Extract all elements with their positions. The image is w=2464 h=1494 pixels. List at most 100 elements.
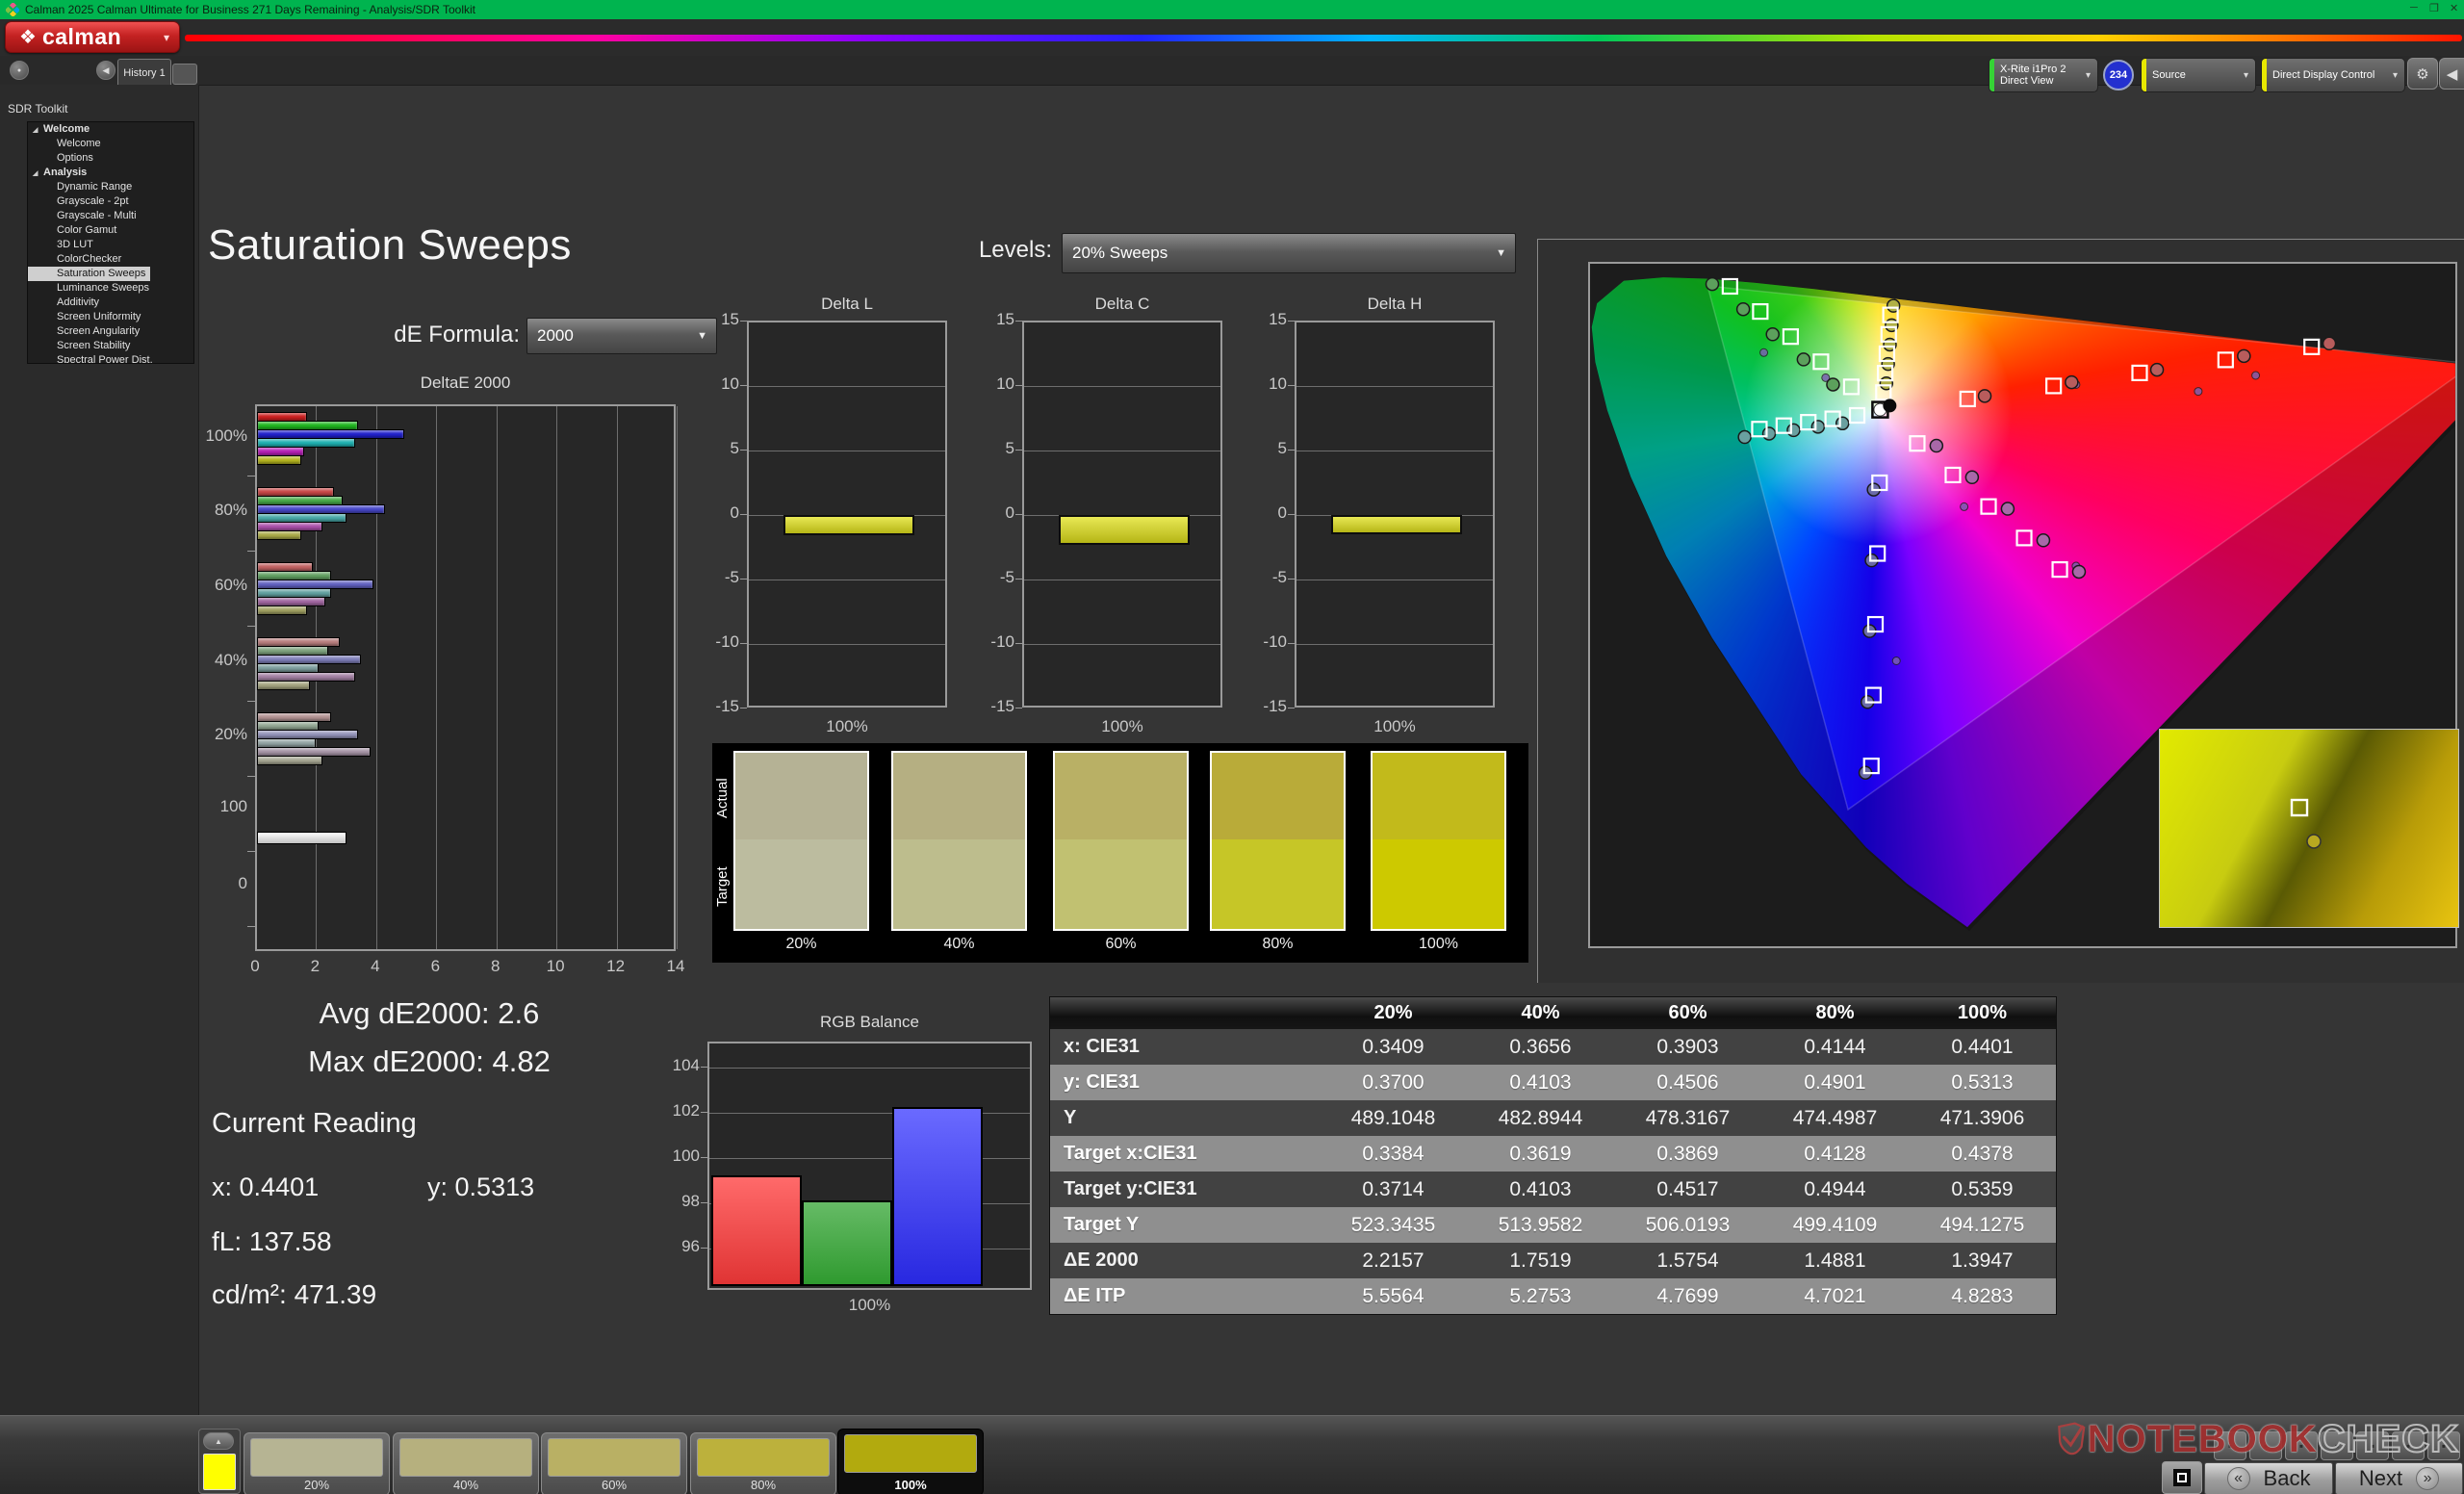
swatch-label: 80%: [1210, 936, 1346, 953]
sweep-thumbnail-80%[interactable]: 80%: [690, 1432, 836, 1494]
thumbnail-label: 40%: [394, 1478, 538, 1492]
table-cell: 482.8944: [1467, 1100, 1614, 1136]
target-swatch-40%: [893, 839, 1025, 929]
cie-measured-cyan: [1836, 417, 1849, 429]
sidebar-item-welcome[interactable]: Welcome: [28, 137, 193, 151]
sidebar-collapse-icon[interactable]: ◀: [96, 61, 116, 80]
tree-group-analysis[interactable]: ◢Analysis: [28, 166, 193, 180]
table-cell: 0.3700: [1320, 1065, 1467, 1100]
sidebar-item-screen-stability[interactable]: Screen Stability: [28, 339, 193, 353]
close-icon[interactable]: ✕: [2450, 2, 2458, 14]
cie-measured-red: [2151, 364, 2164, 376]
layout-dot-button[interactable]: ●: [10, 61, 29, 80]
cie-target-green: [1813, 354, 1828, 369]
pattern-card: ▲: [198, 1429, 241, 1494]
max-de2000: Max dE2000: 4.82: [218, 1044, 641, 1079]
cie-measured-cyan: [1738, 431, 1751, 444]
table-cell: 471.3906: [1909, 1100, 2056, 1136]
y-tick-label: 0: [703, 503, 739, 523]
y-tick: [740, 450, 747, 451]
y-tick: [740, 321, 747, 322]
gridline: [749, 386, 945, 387]
cie-measured-red: [2238, 349, 2250, 362]
cdm2-value: 471.39: [295, 1279, 377, 1309]
rainbow-gradient-bar: [185, 35, 2462, 41]
table-cell: 0.4103: [1467, 1065, 1614, 1100]
y-tick-label: 10: [703, 374, 739, 394]
y-tick-label: 5: [703, 439, 739, 458]
y-tick-label: 10: [978, 374, 1014, 394]
y-tick: [1015, 385, 1022, 386]
sidebar-item-screen-angularity[interactable]: Screen Angularity: [28, 324, 193, 339]
calman-diamond-icon: ❖: [19, 25, 37, 49]
y-cat-label: 0: [198, 874, 247, 893]
sidebar-item-saturation-sweeps[interactable]: Saturation Sweeps: [28, 267, 150, 281]
sidebar-item-grayscale-2pt[interactable]: Grayscale - 2pt: [28, 194, 193, 209]
y-tick-label: -15: [1250, 697, 1287, 716]
actual-swatch-60%: [1055, 753, 1187, 839]
sidebar-item-color-gamut[interactable]: Color Gamut: [28, 223, 193, 238]
rgb-bar-red: [711, 1175, 802, 1286]
cie-measured-magenta: [1965, 471, 1978, 483]
rgb-x-label: 100%: [707, 1296, 1032, 1315]
calman-menu-button[interactable]: ❖ calman ▾: [5, 21, 180, 53]
sidebar-item-screen-uniformity[interactable]: Screen Uniformity: [28, 310, 193, 324]
sidebar-item-additivity[interactable]: Additivity: [28, 296, 193, 310]
reading-fl: fL: 137.58: [212, 1226, 332, 1257]
y-tick: [247, 926, 255, 927]
y-value: 0.5313: [455, 1172, 535, 1201]
target-swatch-20%: [735, 839, 867, 929]
sidebar-item-luminance-sweeps[interactable]: Luminance Sweeps: [28, 281, 193, 296]
tree-group-welcome[interactable]: ◢Welcome: [28, 122, 193, 137]
table-cell: 2.2157: [1320, 1243, 1467, 1278]
actual-swatch-40%: [893, 753, 1025, 839]
y-tick-label: -5: [1250, 568, 1287, 587]
main-content: Saturation Sweeps Levels: 20% Sweeps ▼ d…: [198, 85, 2464, 1415]
y-tick: [1288, 514, 1295, 515]
thumbnail-swatch: [844, 1434, 977, 1473]
x-tick-label: 8: [480, 957, 511, 976]
gridline: [1024, 644, 1220, 645]
swatch-pair-20%: [733, 751, 869, 931]
sidebar-item-3d-lut[interactable]: 3D LUT: [28, 238, 193, 252]
table-cell: 5.5564: [1320, 1278, 1467, 1314]
sidebar-item-spectral-power-dist-[interactable]: Spectral Power Dist.: [28, 353, 193, 364]
thumbnail-label: 80%: [691, 1478, 835, 1492]
sweep-thumbnail-100%[interactable]: 100%: [837, 1429, 984, 1494]
table-cell: 0.3869: [1614, 1136, 1761, 1172]
scroll-up-icon[interactable]: ▲: [203, 1432, 234, 1450]
sweep-thumbnail-20%[interactable]: 20%: [244, 1432, 390, 1494]
y-tick-label: -15: [978, 697, 1014, 716]
y-tick: [740, 643, 747, 644]
thumbnail-label: 20%: [244, 1478, 389, 1492]
table-cell: 478.3167: [1614, 1100, 1761, 1136]
sweep-thumbnail-60%[interactable]: 60%: [541, 1432, 687, 1494]
sidebar-item-colorchecker[interactable]: ColorChecker: [28, 252, 193, 267]
minimize-icon[interactable]: ─: [2410, 2, 2418, 13]
tab-history-1[interactable]: History 1: [117, 59, 171, 86]
avg-de2000: Avg dE2000: 2.6: [218, 996, 641, 1031]
table-cell: 0.3656: [1467, 1029, 1614, 1065]
sweep-thumbnail-40%[interactable]: 40%: [393, 1432, 539, 1494]
maximize-icon[interactable]: ❐: [2429, 2, 2439, 14]
rgb-y-tick: [701, 1067, 707, 1068]
sidebar-item-options[interactable]: Options: [28, 151, 193, 166]
add-tab-button[interactable]: [172, 64, 197, 85]
y-label: y:: [427, 1172, 448, 1201]
y-tick-label: 0: [1250, 503, 1287, 523]
y-cat-label: 60%: [198, 576, 247, 595]
gridline: [1296, 386, 1493, 387]
table-cell: 0.3714: [1320, 1172, 1467, 1207]
titlebar: Calman 2025 Calman Ultimate for Business…: [0, 0, 2464, 19]
sidebar-item-grayscale-multi[interactable]: Grayscale - Multi: [28, 209, 193, 223]
column-header-40%: 40%: [1467, 997, 1614, 1029]
swatch-label: 20%: [733, 936, 869, 953]
x-value: 0.4401: [240, 1172, 320, 1201]
column-header-100%: 100%: [1909, 997, 2056, 1029]
rgb-y-tick: [701, 1248, 707, 1249]
sidebar-item-dynamic-range[interactable]: Dynamic Range: [28, 180, 193, 194]
y-cat-label: 80%: [198, 501, 247, 520]
y-tick: [740, 579, 747, 580]
cie-target-red: [2219, 352, 2233, 367]
table-row-x-cie31: x: CIE310.34090.36560.39030.41440.4401: [1050, 1029, 2056, 1065]
